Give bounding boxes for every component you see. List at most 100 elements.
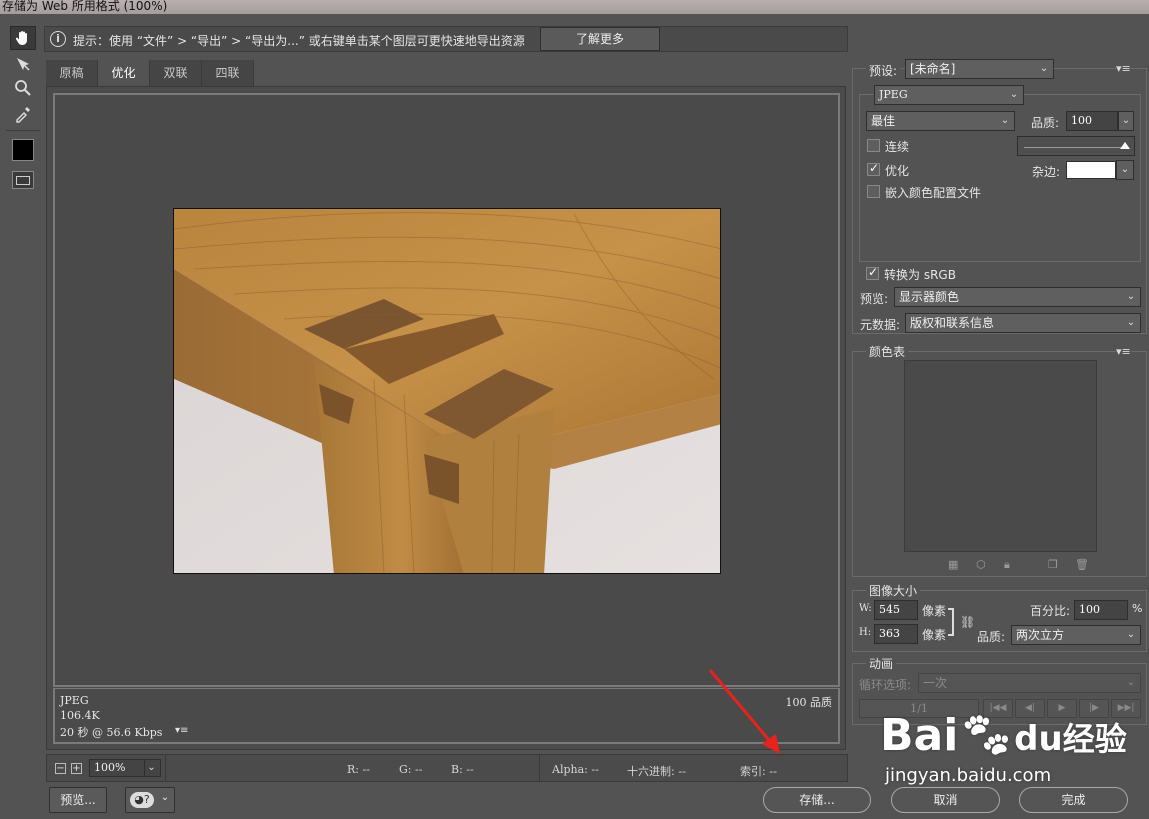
- embed-profile-label: 嵌入颜色配置文件: [885, 186, 982, 200]
- status-hex: 十六进制: --: [627, 765, 687, 778]
- metadata-label: 元数据:: [860, 318, 901, 332]
- info-download-time: 20 秒 @ 56.6 Kbps: [60, 726, 163, 739]
- preset-select[interactable]: [未命名] ⌄: [905, 59, 1054, 79]
- save-button[interactable]: 存储...: [763, 787, 871, 813]
- chevron-down-icon: ⌄: [144, 760, 158, 776]
- quality-slider[interactable]: [1017, 136, 1135, 156]
- zoom-in-button[interactable]: +: [71, 763, 82, 774]
- hint-text: 提示：使用 “文件” > “导出” > “导出为...” 或右键单击某个图层可更…: [73, 34, 525, 48]
- height-label: H:: [859, 627, 872, 638]
- done-button[interactable]: 完成: [1019, 787, 1128, 813]
- chevron-down-icon: ⌄: [1120, 164, 1130, 175]
- matte-dropdown[interactable]: ⌄: [1116, 160, 1134, 180]
- tab-4up[interactable]: 四联: [202, 60, 254, 86]
- color-table-title: 颜色表: [866, 343, 909, 360]
- percent-label: 百分比:: [1030, 604, 1071, 618]
- trash-icon[interactable]: 🗑︎: [1075, 558, 1089, 571]
- resample-select[interactable]: 两次立方 ⌄: [1011, 625, 1141, 645]
- width-input[interactable]: 545: [874, 600, 918, 620]
- preview-value: 显示器颜色: [899, 290, 960, 304]
- hint-bar: i 提示：使用 “文件” > “导出” > “导出为...” 或右键单击某个图层…: [44, 26, 848, 52]
- map-transparent-icon[interactable]: ▦: [948, 558, 958, 571]
- image-size-title: 图像大小: [866, 582, 921, 599]
- zoom-tool-icon[interactable]: [10, 76, 36, 100]
- compression-value: 最佳: [871, 114, 896, 128]
- learn-more-button[interactable]: 了解更多: [540, 27, 660, 51]
- quality-label: 品质:: [1031, 116, 1060, 130]
- info-icon: i: [50, 31, 66, 47]
- slice-select-tool-icon[interactable]: [10, 52, 36, 76]
- chevron-down-icon: ⌄: [1126, 291, 1136, 302]
- chevron-down-icon: ⌄: [160, 792, 170, 803]
- format-select[interactable]: JPEG ⌄: [874, 85, 1024, 105]
- preset-value: [未命名]: [910, 62, 956, 76]
- animation-title: 动画: [866, 655, 897, 672]
- loop-label: 循环选项:: [859, 678, 912, 692]
- progressive-checkbox[interactable]: [867, 139, 880, 152]
- optimized-label: 优化: [885, 164, 910, 178]
- height-unit: 像素: [922, 628, 947, 642]
- width-label: W:: [859, 603, 872, 614]
- percent-input[interactable]: 100: [1074, 600, 1128, 620]
- optimized-checkbox[interactable]: [867, 161, 880, 176]
- chevron-down-icon: ⌄: [1039, 63, 1049, 74]
- zoom-select[interactable]: 100% ⌄: [89, 759, 161, 777]
- window-title: 存储为 Web 所用格式 (100%): [0, 0, 1149, 14]
- matte-color-swatch[interactable]: [1066, 161, 1116, 179]
- preview-button[interactable]: 预览...: [49, 787, 107, 813]
- status-alpha: Alpha: --: [552, 763, 599, 776]
- preview-image: [173, 208, 721, 574]
- quality-input[interactable]: 100: [1066, 111, 1118, 131]
- zoom-out-button[interactable]: −: [55, 763, 66, 774]
- chevron-down-icon: ⌄: [1009, 89, 1019, 100]
- progressive-label: 连续: [885, 140, 910, 154]
- embed-profile-checkbox[interactable]: [867, 185, 880, 198]
- height-input[interactable]: 363: [874, 624, 918, 644]
- hand-tool-icon[interactable]: [10, 26, 36, 50]
- toggle-slices-icon[interactable]: [10, 168, 36, 192]
- info-menu-icon[interactable]: ▾≡: [175, 725, 188, 736]
- preset-menu-icon[interactable]: ▾≡: [1116, 62, 1131, 75]
- compression-select[interactable]: 最佳 ⌄: [866, 111, 1015, 131]
- zoom-value: 100%: [94, 761, 126, 774]
- color-table-swatches[interactable]: [904, 360, 1097, 552]
- info-format: JPEG: [60, 694, 89, 707]
- metadata-select[interactable]: 版权和联系信息 ⌄: [905, 313, 1141, 333]
- link-icon[interactable]: ⛓: [960, 615, 975, 629]
- resample-value: 两次立方: [1016, 628, 1065, 642]
- quality-dropdown[interactable]: ⌄: [1118, 111, 1134, 131]
- cancel-button[interactable]: 取消: [891, 787, 1000, 813]
- preset-label: 预设:: [866, 62, 901, 79]
- status-r: R: --: [347, 763, 370, 776]
- watermark-logo: Bai🐾︎du经验: [880, 710, 1127, 761]
- width-unit: 像素: [922, 604, 947, 618]
- browser-preview-select[interactable]: ◕? ⌄: [125, 787, 175, 813]
- loop-select[interactable]: 一次 ⌄: [918, 673, 1141, 693]
- loop-value: 一次: [923, 676, 948, 690]
- lock-icon[interactable]: 🔒︎: [1004, 558, 1010, 572]
- new-color-icon[interactable]: ❐: [1048, 558, 1058, 571]
- chevron-down-icon: ⌄: [1126, 677, 1136, 688]
- eyedropper-tool-icon[interactable]: [10, 102, 36, 126]
- color-table-menu-icon[interactable]: ▾≡: [1116, 345, 1131, 358]
- slider-handle[interactable]: [1120, 142, 1130, 149]
- constrain-bracket: [948, 608, 954, 636]
- watermark-url: jingyan.baidu.com: [885, 765, 1052, 786]
- status-g: G: --: [399, 763, 423, 776]
- web-shift-icon[interactable]: ⬡: [976, 558, 986, 571]
- preview-select[interactable]: 显示器颜色 ⌄: [894, 287, 1141, 307]
- convert-srgb-checkbox[interactable]: [866, 265, 879, 280]
- browser-icon: ◕?: [130, 792, 154, 808]
- info-size: 106.4K: [60, 709, 100, 722]
- toolbox: [6, 24, 40, 754]
- tab-optimized[interactable]: 优化: [98, 60, 150, 86]
- eyedropper-color-swatch[interactable]: [10, 138, 36, 162]
- convert-srgb-label: 转换为 sRGB: [884, 268, 956, 282]
- matte-label: 杂边:: [1032, 165, 1061, 179]
- percent-unit: %: [1132, 602, 1143, 615]
- tab-original[interactable]: 原稿: [46, 60, 98, 86]
- format-value: JPEG: [879, 88, 908, 101]
- chevron-down-icon: ⌄: [1121, 115, 1131, 126]
- chevron-down-icon: ⌄: [1126, 317, 1136, 328]
- tab-2up[interactable]: 双联: [150, 60, 202, 86]
